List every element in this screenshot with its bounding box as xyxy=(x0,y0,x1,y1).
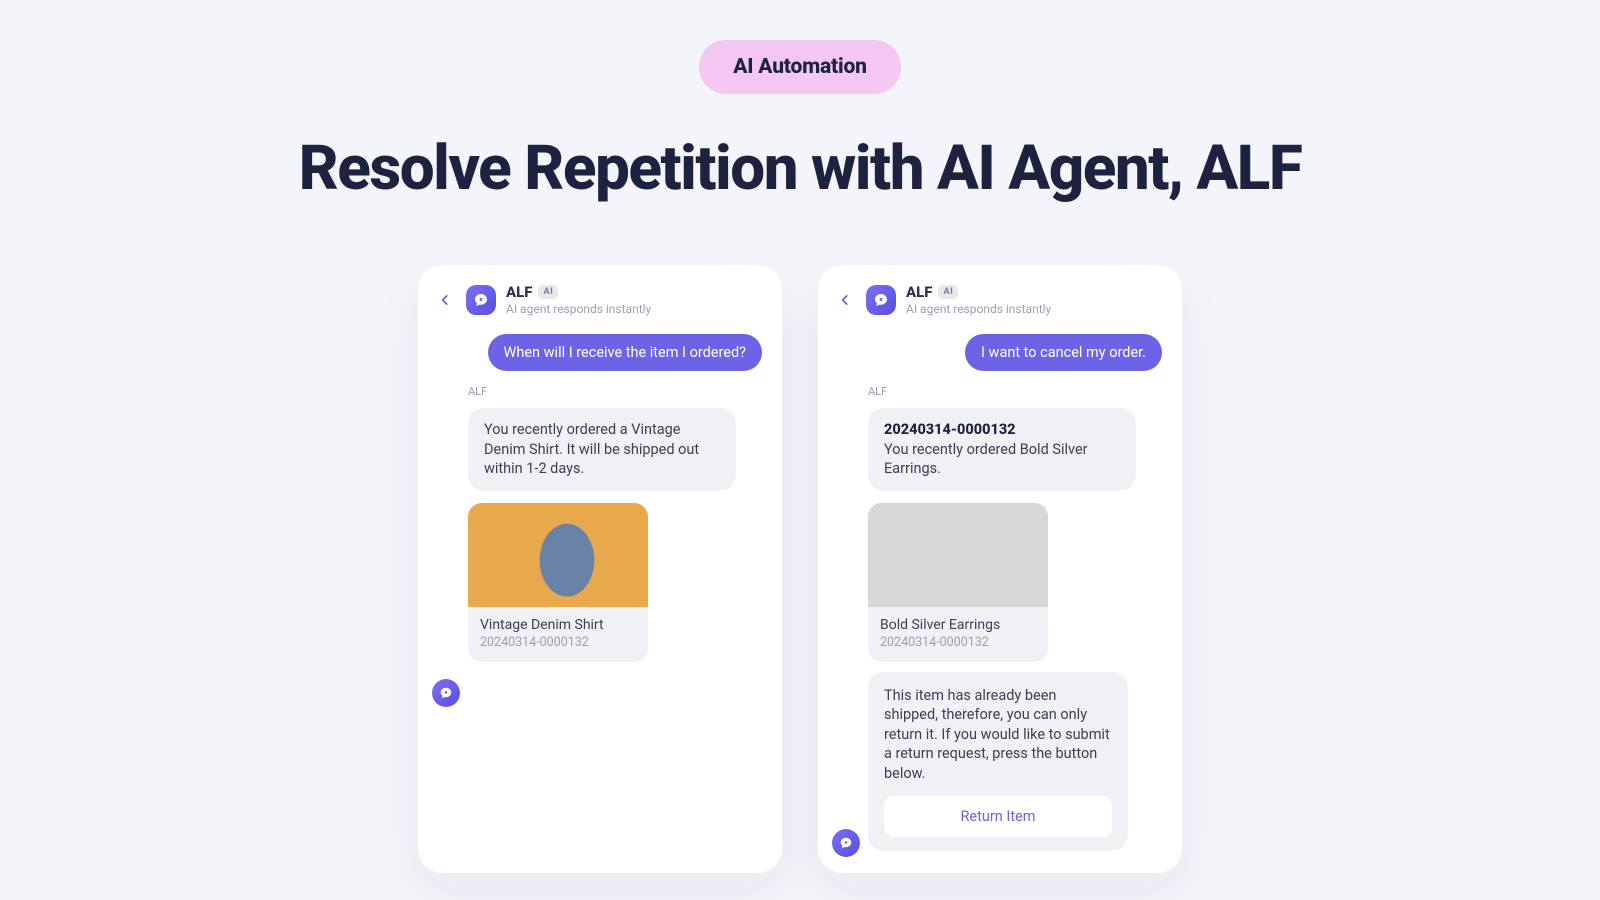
ai-badge: AI xyxy=(538,285,558,299)
chat-bubble-icon xyxy=(439,686,453,700)
order-number-bold: 20240314-0000132 xyxy=(884,420,1120,440)
agent-mini-avatar xyxy=(832,829,860,857)
agent-subtitle: AI agent responds instantly xyxy=(906,302,1051,316)
chat-bubble-icon xyxy=(873,292,889,308)
ai-badge: AI xyxy=(938,285,958,299)
order-number: 20240314-0000132 xyxy=(480,635,636,650)
chat-bubble-icon xyxy=(473,292,489,308)
user-message: When will I receive the item I ordered? xyxy=(488,334,763,371)
agent-name: ALF xyxy=(906,283,932,301)
sender-label: ALF xyxy=(868,385,887,398)
product-image xyxy=(868,503,1048,607)
agent-subtitle: AI agent responds instantly xyxy=(506,302,651,316)
agent-mini-avatar xyxy=(432,679,460,707)
product-image xyxy=(468,503,648,607)
chat-card-left: ALF AI AI agent responds instantly When … xyxy=(418,265,782,873)
chat-body: I want to cancel my order. ALF 20240314-… xyxy=(834,334,1166,851)
bot-reply-text: This item has already been shipped, ther… xyxy=(884,687,1110,782)
page-title: Resolve Repetition with AI Agent, ALF xyxy=(299,132,1302,205)
chat-header: ALF AI AI agent responds instantly xyxy=(434,283,766,316)
agent-name: ALF xyxy=(506,283,532,301)
product-card[interactable]: Bold Silver Earrings 20240314-0000132 xyxy=(868,503,1048,662)
chat-body: When will I receive the item I ordered? … xyxy=(434,334,766,662)
chat-cards-row: ALF AI AI agent responds instantly When … xyxy=(418,265,1182,873)
chat-header: ALF AI AI agent responds instantly xyxy=(834,283,1166,316)
agent-avatar xyxy=(866,285,896,315)
sender-label: ALF xyxy=(468,385,487,398)
back-button[interactable] xyxy=(434,289,456,311)
user-message: I want to cancel my order. xyxy=(965,334,1162,371)
chevron-left-icon xyxy=(438,293,452,307)
bot-message: 20240314-0000132 You recently ordered Bo… xyxy=(868,408,1136,491)
order-number: 20240314-0000132 xyxy=(880,635,1036,650)
category-pill: AI Automation xyxy=(699,40,901,94)
bot-message: This item has already been shipped, ther… xyxy=(868,672,1128,851)
product-card[interactable]: Vintage Denim Shirt 20240314-0000132 xyxy=(468,503,648,662)
chat-card-right: ALF AI AI agent responds instantly I wan… xyxy=(818,265,1182,873)
chat-bubble-icon xyxy=(839,836,853,850)
bot-reply-text: You recently ordered Bold Silver Earring… xyxy=(884,441,1088,478)
return-item-button[interactable]: Return Item xyxy=(884,796,1112,838)
product-name: Vintage Denim Shirt xyxy=(480,617,636,633)
bot-message: You recently ordered a Vintage Denim Shi… xyxy=(468,408,736,491)
agent-avatar xyxy=(466,285,496,315)
chevron-left-icon xyxy=(838,293,852,307)
product-name: Bold Silver Earrings xyxy=(880,617,1036,633)
back-button[interactable] xyxy=(834,289,856,311)
